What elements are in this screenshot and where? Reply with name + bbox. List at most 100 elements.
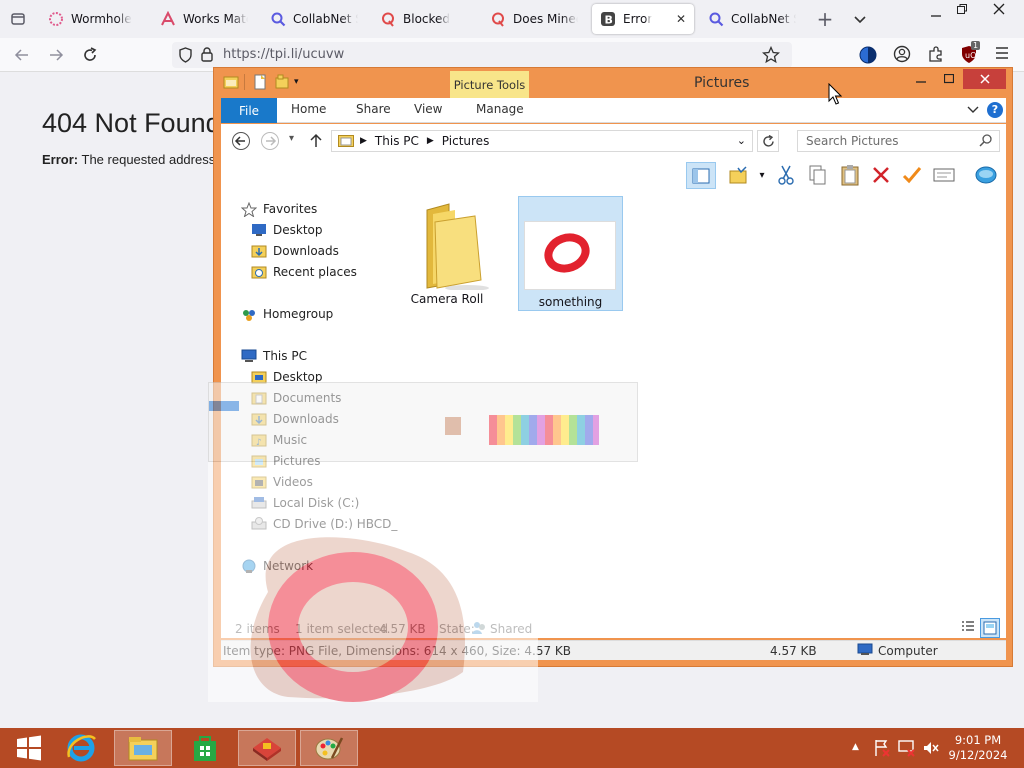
nav-pc-music[interactable]: ♪ Music — [251, 433, 307, 448]
ublock-shield-icon[interactable]: uO 1 — [960, 41, 981, 67]
nav-favorites[interactable]: Favorites — [240, 201, 317, 218]
item-count: 2 items — [235, 622, 280, 636]
details-view-icon[interactable] — [960, 619, 978, 637]
browser-tab[interactable]: CollabNet Search — [700, 4, 804, 34]
nav-homegroup[interactable]: Homegroup — [241, 307, 333, 321]
paint-taskbar-icon[interactable] — [300, 730, 358, 766]
nav-pc-desktop[interactable]: Desktop — [251, 370, 323, 384]
tab-share[interactable]: Share — [356, 102, 391, 116]
network-tray-icon[interactable] — [898, 739, 916, 760]
new-folder-icon[interactable] — [274, 74, 290, 90]
taskbar-clock[interactable]: 9:01 PM 9/12/2024 — [942, 733, 1014, 763]
restore-browser-button[interactable] — [950, 0, 974, 21]
close-browser-button[interactable] — [987, 0, 1011, 21]
delete-x-icon[interactable] — [868, 163, 894, 187]
recent-locations-chevron-icon[interactable]: ▾ — [289, 133, 294, 144]
paste-clipboard-icon[interactable] — [837, 163, 863, 187]
close-tab-icon[interactable]: ✕ — [672, 12, 686, 26]
preview-pane-button[interactable] — [686, 162, 716, 189]
browser-tab[interactable]: Works Match — [152, 4, 256, 34]
account-icon[interactable] — [893, 45, 911, 66]
nav-forward-icon[interactable] — [260, 131, 280, 154]
pictures-folder-icon — [251, 454, 267, 468]
explorer-maximize-button[interactable] — [935, 69, 963, 89]
volume-muted-icon[interactable] — [922, 739, 940, 760]
nav-network[interactable]: Network — [241, 559, 313, 573]
explorer-minimize-button[interactable] — [907, 69, 935, 89]
address-bar[interactable]: ▶ This PC ▶ Pictures ⌄ — [331, 130, 753, 152]
nav-pc-videos[interactable]: Videos — [251, 475, 313, 489]
extensions-puzzle-icon[interactable] — [927, 45, 945, 66]
breadcrumb-pictures[interactable]: Pictures — [442, 134, 490, 148]
breadcrumb-this-pc[interactable]: This PC — [375, 134, 419, 148]
shield-icon[interactable] — [178, 47, 193, 66]
quick-access-dropdown-icon[interactable]: ▾ — [294, 74, 310, 90]
url-text[interactable]: https://tpi.li/ucuvw — [223, 47, 344, 62]
start-windows-icon[interactable] — [0, 730, 58, 766]
properties-icon[interactable] — [252, 74, 268, 90]
browser-tab[interactable]: Does Minecraft — [482, 4, 586, 34]
windows-taskbar: ▲ — [0, 728, 1024, 768]
browser-tab[interactable]: Wormhole — [40, 4, 144, 34]
bookmark-star-icon[interactable] — [761, 45, 781, 67]
file-explorer-taskbar-icon[interactable] — [114, 730, 172, 766]
copy-icon[interactable] — [805, 163, 831, 187]
rename-check-icon[interactable] — [899, 163, 925, 187]
browser-tab[interactable]: Blocked — [372, 4, 476, 34]
forward-icon[interactable] — [44, 43, 68, 67]
search-icon[interactable] — [979, 134, 992, 150]
nav-fav-downloads[interactable]: Downloads — [251, 244, 339, 258]
explorer-close-button[interactable] — [963, 69, 1006, 89]
cut-scissors-icon[interactable] — [773, 163, 799, 187]
lock-icon[interactable] — [200, 46, 214, 66]
file-name: Camera Roll — [410, 292, 484, 306]
back-icon[interactable] — [10, 43, 34, 67]
nav-pc-cd-drive[interactable]: CD Drive (D:) HBCD_ — [251, 517, 397, 531]
nav-pc-cd-drive-label: CD Drive (D:) HBCD_ — [273, 517, 398, 531]
extension-globe-icon[interactable] — [858, 45, 878, 68]
tab-view[interactable]: View — [414, 102, 442, 116]
nav-fav-recent[interactable]: Recent places — [251, 265, 357, 279]
search-input[interactable]: Search Pictures — [797, 130, 1000, 152]
new-tab-button[interactable]: + — [813, 7, 837, 31]
select-dropdown-icon[interactable]: ▾ — [749, 163, 775, 187]
file-item-camera-roll[interactable]: Camera Roll — [399, 200, 495, 310]
tab-list-icon[interactable] — [6, 7, 30, 31]
menu-hamburger-icon[interactable] — [994, 45, 1010, 64]
file-item-something[interactable]: something — [518, 196, 623, 311]
ribbon-expand-chevron-icon[interactable] — [967, 104, 979, 118]
nav-pc-downloads[interactable]: Downloads — [251, 412, 339, 426]
explorer-title-bar[interactable]: ▾ Picture Tools Pictures — [214, 68, 1012, 98]
refresh-button[interactable] — [757, 130, 779, 152]
browser-tab-title: Wormhole — [71, 12, 132, 26]
app-taskbar-icon[interactable] — [238, 730, 296, 766]
url-bar[interactable]: https://tpi.li/ucuvw — [172, 42, 792, 68]
tab-file[interactable]: File — [221, 98, 277, 123]
nav-pc-pictures[interactable]: Pictures — [251, 454, 321, 468]
address-dropdown-chevron-icon[interactable]: ⌄ — [737, 134, 746, 147]
tab-manage[interactable]: Manage — [476, 102, 524, 116]
nav-thispc[interactable]: This PC — [241, 349, 307, 363]
nav-fav-desktop[interactable]: Desktop — [251, 223, 323, 237]
explorer-app-icon[interactable] — [223, 74, 239, 90]
videos-folder-icon — [251, 475, 267, 489]
nav-back-icon[interactable] — [231, 131, 251, 154]
action-center-flag-icon[interactable] — [873, 739, 891, 760]
network-globe-icon[interactable] — [973, 163, 999, 187]
store-icon[interactable] — [176, 730, 234, 766]
nav-pc-documents[interactable]: Documents — [251, 391, 341, 405]
properties-card-icon[interactable] — [931, 163, 957, 187]
tab-overflow-chevron-icon[interactable] — [848, 7, 872, 31]
nav-pc-local-disk[interactable]: Local Disk (C:) — [251, 496, 359, 510]
browser-tab[interactable]: CollabNet Search — [262, 4, 366, 34]
reload-icon[interactable] — [78, 43, 102, 67]
large-icons-view-icon[interactable] — [980, 618, 1000, 638]
up-arrow-icon[interactable] — [309, 132, 323, 151]
internet-explorer-icon[interactable] — [52, 730, 110, 766]
picture-tools-contextual-tab[interactable]: Picture Tools — [450, 71, 529, 98]
minimize-browser-button[interactable] — [924, 2, 948, 26]
tray-overflow-chevron-icon[interactable]: ▲ — [852, 742, 859, 752]
browser-tab[interactable]: B Error ✕ — [592, 4, 694, 34]
help-icon[interactable]: ? — [987, 102, 1003, 118]
tab-home[interactable]: Home — [291, 102, 326, 116]
